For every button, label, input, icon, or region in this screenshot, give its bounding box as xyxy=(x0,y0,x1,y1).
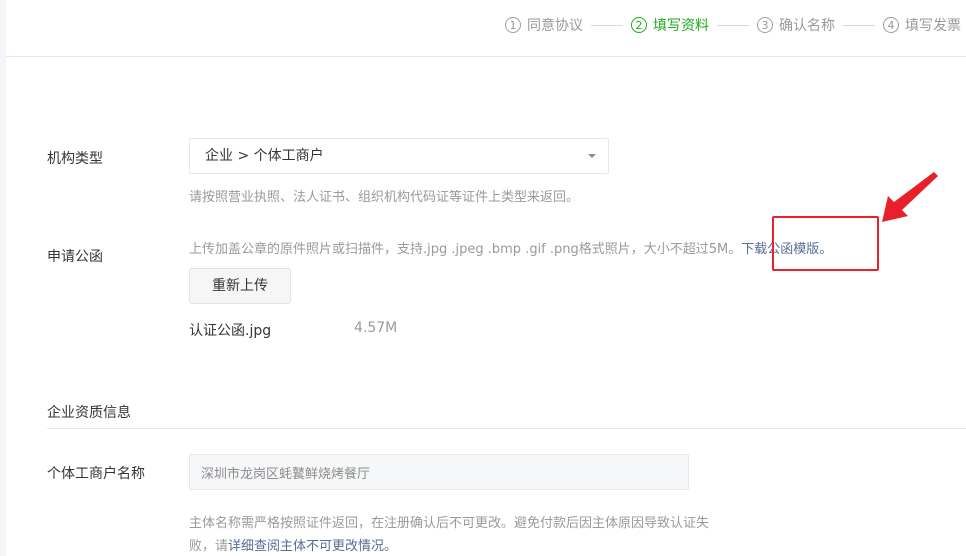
business-name-input[interactable] xyxy=(189,454,689,490)
reupload-button[interactable]: 重新上传 xyxy=(189,268,291,304)
org-type-label: 机构类型 xyxy=(47,151,103,167)
org-type-hint: 请按照营业执照、法人证书、组织机构代码证等证件上类型来返回。 xyxy=(189,190,580,205)
section-divider xyxy=(47,428,966,429)
section-title: 企业资质信息 xyxy=(47,405,131,421)
step-label: 确认名称 xyxy=(779,18,835,34)
org-type-select[interactable]: 企业 > 个体工商户 xyxy=(189,138,609,174)
step-label: 填写发票 xyxy=(905,18,961,34)
annotation-highlight-box xyxy=(772,216,879,271)
uploaded-file-name: 认证公函.jpg xyxy=(189,323,272,339)
step-label: 填写资料 xyxy=(653,18,709,34)
header-divider xyxy=(6,56,966,57)
step-number: 4 xyxy=(883,17,899,33)
step-label: 同意协议 xyxy=(527,18,583,34)
step-number: 1 xyxy=(505,17,521,33)
step-divider xyxy=(717,24,749,26)
application-letter-hint: 上传加盖公章的原件照片或扫描件，支持.jpg .jpeg .bmp .gif .… xyxy=(189,238,832,257)
application-letter-label: 申请公函 xyxy=(47,249,103,265)
step-divider xyxy=(591,24,623,26)
business-name-label: 个体工商户名称 xyxy=(47,466,145,482)
progress-steps: 1 同意协议 2 填写资料 3 确认名称 4 填写发票 xyxy=(505,13,961,37)
chevron-down-icon xyxy=(588,154,596,158)
step-2: 2 填写资料 xyxy=(631,15,709,35)
page: 1 同意协议 2 填写资料 3 确认名称 4 填写发票 机构类型 企业 > 个体… xyxy=(0,0,966,556)
step-divider xyxy=(843,24,875,26)
business-name-note: 主体名称需严格按照证件返回，在注册确认后不可更改。避免付款后因主体原因导致认证失… xyxy=(189,512,709,556)
step-1: 1 同意协议 xyxy=(505,15,583,35)
upload-hint-text: 上传加盖公章的原件照片或扫描件，支持.jpg .jpeg .bmp .gif .… xyxy=(189,242,742,257)
step-4: 4 填写发票 xyxy=(883,15,961,35)
name-policy-link[interactable]: 详细查阅主体不可更改情况。 xyxy=(228,539,397,554)
step-number: 3 xyxy=(757,17,773,33)
org-type-value: 企业 > 个体工商户 xyxy=(205,148,324,164)
annotation-arrow-icon xyxy=(882,172,938,222)
step-number: 2 xyxy=(631,17,647,33)
left-edge xyxy=(0,0,6,556)
step-3: 3 确认名称 xyxy=(757,15,835,35)
uploaded-file-size: 4.57M xyxy=(354,320,398,336)
